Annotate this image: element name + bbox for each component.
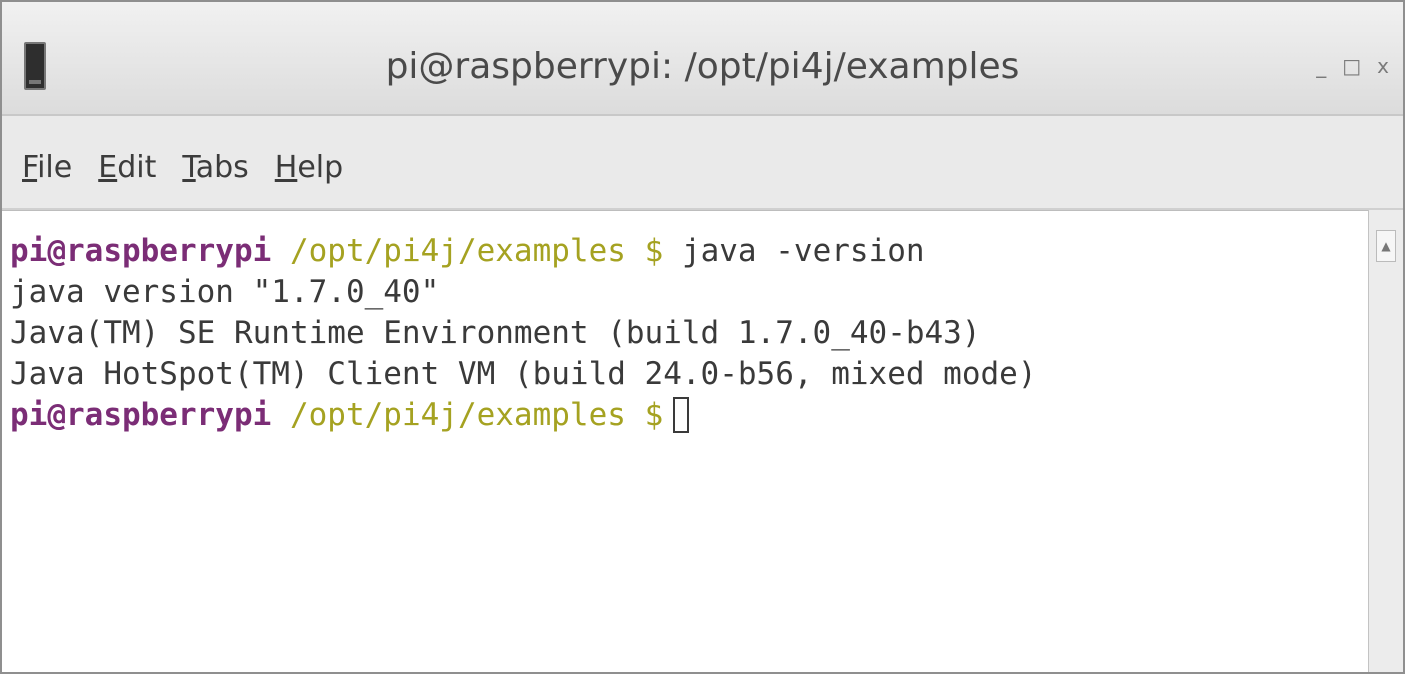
prompt-user: pi@raspberrypi (10, 233, 272, 269)
vertical-scrollbar[interactable]: ▲ (1368, 210, 1403, 672)
menu-item-file[interactable]: File (22, 150, 72, 185)
menu: File Edit Tabs Help (22, 150, 343, 185)
prompt-user: pi@raspberrypi (10, 397, 272, 433)
prompt-path: /opt/pi4j/examples (289, 397, 626, 433)
prompt-symbol: $ (644, 233, 664, 269)
text-cursor (673, 397, 690, 433)
output-line: Java(TM) SE Runtime Environment (build 1… (10, 315, 981, 351)
terminal-output: pi@raspberrypi /opt/pi4j/examples $ java… (10, 231, 1037, 436)
title-bar[interactable]: pi@raspberrypi: /opt/pi4j/examples _ □ x (2, 2, 1403, 116)
menu-item-tabs[interactable]: Tabs (182, 150, 248, 185)
command-line: pi@raspberrypi /opt/pi4j/examples $ java… (10, 231, 1037, 272)
terminal-area[interactable]: pi@raspberrypi /opt/pi4j/examples $ java… (2, 210, 1368, 672)
maximize-icon[interactable]: □ (1342, 56, 1361, 76)
minimize-icon[interactable]: _ (1316, 56, 1326, 76)
typed-command: java -version (681, 233, 925, 269)
prompt-symbol: $ (644, 397, 664, 433)
current-prompt-line: pi@raspberrypi /opt/pi4j/examples $ (10, 395, 1037, 436)
menu-bar: File Edit Tabs Help (2, 116, 1403, 210)
window-controls: _ □ x (1316, 56, 1389, 76)
terminal-window: pi@raspberrypi: /opt/pi4j/examples _ □ x… (0, 0, 1405, 674)
prompt-path: /opt/pi4j/examples (289, 233, 626, 269)
window-title: pi@raspberrypi: /opt/pi4j/examples (385, 46, 1020, 87)
output-line: Java HotSpot(TM) Client VM (build 24.0-b… (10, 356, 1037, 392)
menu-item-edit[interactable]: Edit (98, 150, 156, 185)
close-icon[interactable]: x (1377, 56, 1389, 76)
menu-item-help[interactable]: Help (275, 150, 343, 185)
output-line: java version "1.7.0_40" (10, 274, 440, 310)
scroll-up-arrow-icon[interactable]: ▲ (1376, 230, 1396, 262)
